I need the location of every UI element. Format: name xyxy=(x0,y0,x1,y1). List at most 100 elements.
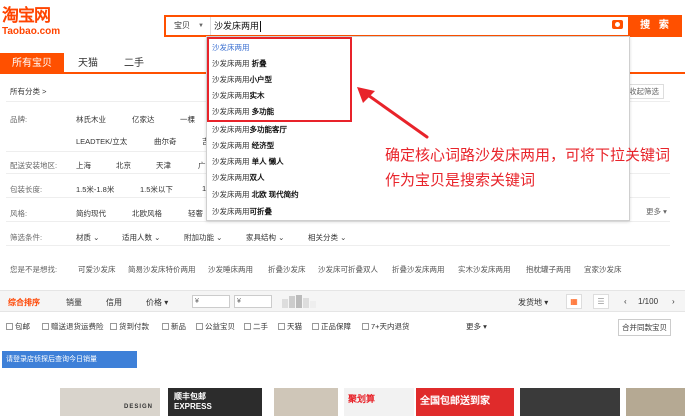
camera-icon[interactable] xyxy=(612,20,623,29)
tab-secondhand[interactable]: 二手 xyxy=(116,53,152,74)
checkbox-icon xyxy=(42,323,49,330)
thumb-text: 全国包邮送到家 xyxy=(420,396,490,407)
price-distribution-icon xyxy=(282,295,318,310)
suggest-link[interactable]: 抱枕罐子两用 xyxy=(526,264,571,275)
tab-all-items[interactable]: 所有宝贝 xyxy=(0,53,64,74)
suggest-link[interactable]: 可爱沙发床 xyxy=(78,264,116,275)
grid-view-icon[interactable]: ▦ xyxy=(566,294,582,309)
page-prev-icon[interactable]: ‹ xyxy=(624,297,627,306)
suggest-link[interactable]: 实木沙发床两用 xyxy=(458,264,511,275)
checkbox-tmall[interactable]: 天猫 xyxy=(278,321,302,332)
checkbox-icon xyxy=(278,323,285,330)
sort-sales[interactable]: 销量 xyxy=(66,297,82,308)
style-option[interactable]: 北欧风格 xyxy=(132,208,162,219)
brand-option[interactable]: 曲尔奇 xyxy=(154,136,177,147)
sort-price-label: 价格 xyxy=(146,298,162,307)
product-thumb[interactable]: DESIGN xyxy=(60,388,160,416)
checkbox-label: 赠送退货运费险 xyxy=(51,322,104,331)
search-button[interactable]: 搜 索 xyxy=(630,15,682,37)
brand-option[interactable]: 亿家达 xyxy=(132,114,155,125)
condition-dropdown[interactable]: 适用人数 ⌄ xyxy=(122,232,160,243)
style-option[interactable]: 轻奢 xyxy=(188,208,203,219)
all-categories-label: 所有分类 xyxy=(10,87,40,96)
checkbox-icon xyxy=(6,323,13,330)
merge-same-items-button[interactable]: 合并同款宝贝 xyxy=(618,319,671,336)
tab-tmall[interactable]: 天猫 xyxy=(70,53,106,74)
suggest-link[interactable]: 折叠沙发床 xyxy=(268,264,306,275)
sort-credit[interactable]: 信用 xyxy=(106,297,122,308)
region-option[interactable]: 广 xyxy=(198,160,206,171)
condition-dropdown[interactable]: 家具结构 ⌄ xyxy=(246,232,284,243)
condition-dropdown[interactable]: 材质 ⌄ xyxy=(76,232,99,243)
suggestion-item[interactable]: 沙发床两用双人 xyxy=(212,172,265,183)
checkbox-cod[interactable]: 货到付款 xyxy=(110,321,149,332)
logo-en: Taobao.com xyxy=(2,26,61,37)
collapse-filter-button[interactable]: 收起筛选 xyxy=(624,84,664,99)
suggestion-item[interactable]: 沙发床两用 单人 懒人 xyxy=(212,156,284,167)
filter-row-conditions: 筛选条件: 材质 ⌄ 适用人数 ⌄ 附加功能 ⌄ 家具结构 ⌄ 相关分类 ⌄ xyxy=(6,226,670,246)
search-type-select[interactable]: 宝贝 ▼ xyxy=(166,17,211,35)
suggestion-item[interactable]: 沙发床两用 经济型 xyxy=(212,140,274,151)
page-indicator: 1/100 xyxy=(638,297,659,306)
style-option[interactable]: 简约现代 xyxy=(76,208,106,219)
region-option[interactable]: 上海 xyxy=(76,160,91,171)
condition-dropdown[interactable]: 相关分类 ⌄ xyxy=(308,232,346,243)
region-label: 配送安装地区: xyxy=(10,161,58,170)
highlight-box xyxy=(207,37,352,122)
suggestions-row: 您是不是想找: 可爱沙发床 简易沙发床特价两用 沙发睡床两用 折叠沙发床 沙发床… xyxy=(6,258,670,278)
search-input[interactable]: 沙发床两用 xyxy=(214,17,262,35)
checkbox-7day-return[interactable]: 7+天内退货 xyxy=(362,321,410,332)
condition-dropdown[interactable]: 附加功能 ⌄ xyxy=(184,232,222,243)
price-max-input[interactable]: ¥ xyxy=(234,295,272,308)
suggest-link[interactable]: 宜家沙发床 xyxy=(584,264,622,275)
checkbox-genuine[interactable]: 正品保障 xyxy=(312,321,351,332)
region-option[interactable]: 北京 xyxy=(116,160,131,171)
checkbox-free-shipping[interactable]: 包邮 xyxy=(6,321,30,332)
style-label: 风格: xyxy=(10,209,28,218)
product-thumb[interactable]: 顺丰包邮 EXPRESS xyxy=(168,388,262,416)
more-styles-button[interactable]: 更多 ▾ xyxy=(646,206,667,217)
product-thumb[interactable] xyxy=(274,388,338,416)
checkbox-icon xyxy=(312,323,319,330)
list-view-icon[interactable]: ☰ xyxy=(593,294,609,309)
suggestion-keyword: 沙发床两用 xyxy=(212,207,250,216)
checkbox-secondhand[interactable]: 二手 xyxy=(244,321,268,332)
suggest-link[interactable]: 折叠沙发床两用 xyxy=(392,264,445,275)
checkbox-more-button[interactable]: 更多 ▾ xyxy=(466,321,487,332)
price-min-input[interactable]: ¥ xyxy=(192,295,230,308)
checkbox-label: 7+天内退货 xyxy=(371,322,410,331)
sort-default[interactable]: 综合排序 xyxy=(8,297,40,308)
region-option[interactable]: 天津 xyxy=(156,160,171,171)
suggest-link[interactable]: 简易沙发床特价两用 xyxy=(128,264,196,275)
suggestion-item[interactable]: 沙发床两用可折叠 xyxy=(212,206,272,217)
condition-dropdown-label: 材质 xyxy=(76,233,91,242)
taobao-logo[interactable]: 淘宝网 Taobao.com xyxy=(2,6,74,46)
product-thumb[interactable]: 聚划算 xyxy=(344,388,414,416)
page-next-icon[interactable]: › xyxy=(672,297,675,306)
annotation-text: 确定核心词路沙发床两用，可将下拉关键词作为宝贝是搜索关键词 xyxy=(385,146,671,189)
suggest-link[interactable]: 沙发床可折叠双人 xyxy=(318,264,378,275)
brand-option[interactable]: LEADTEK/立太 xyxy=(76,136,127,147)
suggestion-extra: 双人 xyxy=(249,173,265,182)
checkbox-label: 天猫 xyxy=(287,322,302,331)
brand-option[interactable]: 一棵 xyxy=(180,114,195,125)
checkbox-return-insurance[interactable]: 赠送退货运费险 xyxy=(42,321,104,332)
length-option[interactable]: 1.5米-1.8米 xyxy=(76,184,114,195)
conditions-label: 筛选条件: xyxy=(10,233,43,242)
sort-price[interactable]: 价格 ▾ xyxy=(146,297,168,308)
brand-option[interactable]: 林氏木业 xyxy=(76,114,106,125)
product-thumb[interactable] xyxy=(520,388,620,416)
ship-from-dropdown[interactable]: 发货地 ▾ xyxy=(518,297,548,308)
suggest-link[interactable]: 沙发睡床两用 xyxy=(208,264,253,275)
product-thumb[interactable] xyxy=(626,388,685,416)
more-label: 更多 xyxy=(646,207,661,216)
length-option[interactable]: 1.5米以下 xyxy=(140,184,173,195)
login-tip-button[interactable]: 请登录店侦探后查询今日销量 xyxy=(2,351,137,368)
product-thumb[interactable]: 全国包邮送到家 xyxy=(416,388,514,416)
suggestion-item[interactable]: 沙发床两用 北欧 现代简约 xyxy=(212,189,299,200)
all-categories-link[interactable]: 所有分类 > xyxy=(10,86,46,97)
checkbox-icon xyxy=(362,323,369,330)
checkbox-charity[interactable]: 公益宝贝 xyxy=(196,321,235,332)
checkbox-new[interactable]: 新品 xyxy=(162,321,186,332)
suggestion-item[interactable]: 沙发床两用多功能客厅 xyxy=(212,124,287,135)
